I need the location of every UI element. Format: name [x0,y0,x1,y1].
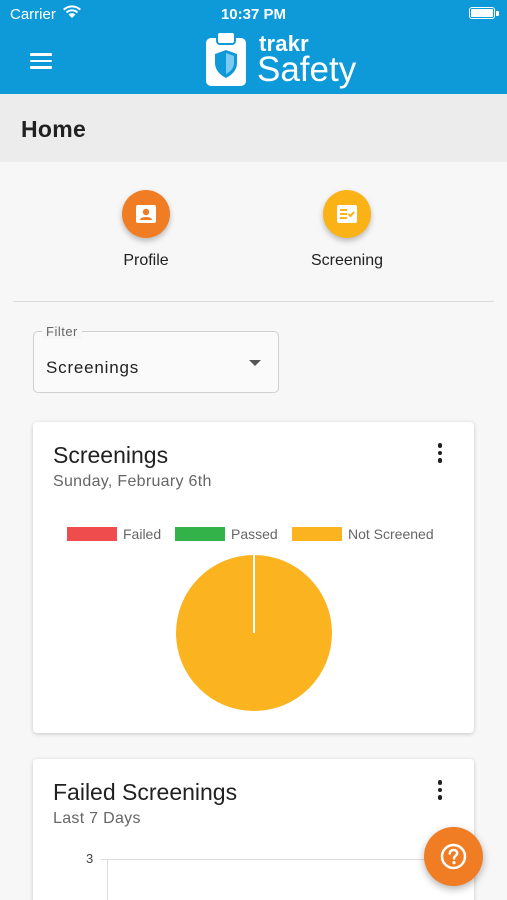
profile-circle[interactable] [122,190,170,238]
more-options-icon[interactable] [436,780,444,802]
help-icon [440,843,467,870]
filter-value: Screenings [46,358,140,377]
status-bar: Carrier 10:37 PM [0,0,507,28]
failed-screenings-card: Failed Screenings Last 7 Days 3 [33,759,474,900]
filter-select[interactable]: Filter Screenings [33,324,279,393]
app-bar: Carrier 10:37 PM trakr Safety [0,0,507,94]
section-divider [13,301,494,302]
battery-tip [496,11,499,16]
legend-swatch [175,527,225,541]
legend-label: Failed [123,526,162,542]
profile-icon [136,205,156,223]
filter-label: Filter [42,324,82,339]
page-title: Home [21,116,87,142]
legend-label: Not Screened [348,526,434,542]
screening-circle[interactable] [323,190,371,238]
card-subtitle: Last 7 Days [53,810,141,827]
screening-icon [337,205,357,223]
screenings-pie-chart [176,555,332,711]
status-time: 10:37 PM [220,6,287,23]
screening-button[interactable]: Screening [287,190,407,270]
dropdown-arrow-icon[interactable] [249,360,261,366]
profile-button[interactable]: Profile [86,190,206,270]
profile-label: Profile [123,252,169,269]
app-logo: trakr Safety [204,28,364,90]
legend-label: Passed [231,526,278,542]
card-title: Screenings [53,442,169,468]
product-name: Safety [257,50,357,89]
legend-swatch [292,527,342,541]
screening-label: Screening [310,252,384,269]
battery-icon [469,7,495,19]
screenings-card: Screenings Sunday, February 6th Failed P… [33,422,474,733]
y-tick-label: 3 [86,851,94,866]
card-title: Failed Screenings [53,779,238,805]
gridline [101,859,473,860]
hamburger-menu-icon[interactable] [30,50,60,72]
clipboard-shield-icon [206,31,246,86]
page-header: Home [0,94,507,162]
more-options-icon[interactable] [436,443,444,465]
y-axis-line [107,859,108,900]
card-subtitle: Sunday, February 6th [53,473,212,490]
help-button[interactable] [424,827,483,886]
legend-swatch [67,527,117,541]
